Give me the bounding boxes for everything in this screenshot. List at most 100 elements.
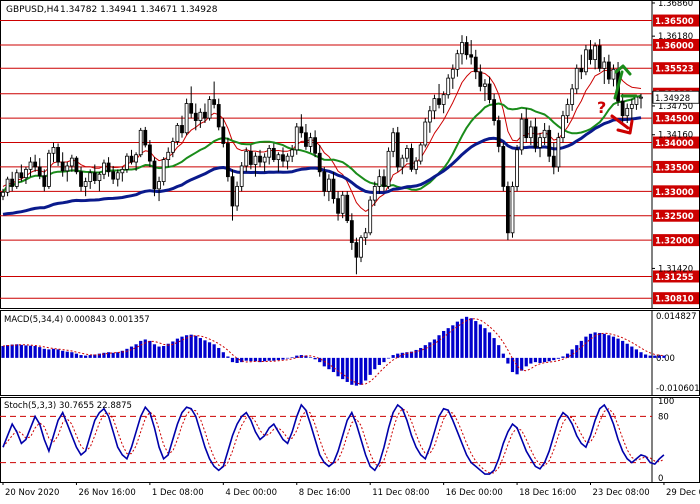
candle-body — [180, 125, 184, 134]
macd-bar — [373, 357, 377, 370]
macd-bar — [364, 357, 368, 381]
candle-body — [345, 194, 350, 222]
macd-bar — [616, 338, 620, 358]
level-label: 1.35523 — [655, 65, 694, 75]
candle-body — [125, 155, 129, 170]
candle-body — [473, 56, 478, 73]
stoch-axis-label: 80 — [658, 412, 669, 422]
candle-body — [377, 176, 382, 187]
macd-bar — [354, 357, 359, 386]
candle-body — [281, 154, 285, 162]
candle-body — [625, 107, 630, 117]
stoch-axis-label: 100 — [658, 397, 674, 407]
candle-body — [60, 161, 65, 172]
current-price-label: 1.34928 — [655, 94, 690, 104]
macd-bar — [588, 333, 593, 358]
candle-body — [106, 162, 111, 173]
time-tick-label: 20 Nov 2020 — [5, 488, 59, 498]
level-label: 1.33000 — [655, 188, 694, 198]
candle-body — [505, 186, 510, 234]
macd-bar — [56, 349, 60, 358]
macd-bar — [386, 357, 391, 359]
candle-body — [262, 156, 267, 163]
candle-body — [111, 171, 116, 180]
macd-bar — [143, 339, 147, 358]
candle-body — [437, 98, 441, 105]
macd-bar — [5, 345, 10, 358]
candle-body — [138, 129, 143, 156]
candle-body — [423, 121, 428, 146]
level-label: 1.33500 — [655, 163, 694, 173]
macd-bar — [221, 352, 225, 358]
candle-body — [368, 199, 373, 234]
candle-body — [161, 159, 166, 182]
macd-bar — [61, 350, 65, 358]
macd-bar — [391, 355, 395, 358]
macd-bar — [84, 355, 88, 358]
candle-body — [51, 147, 56, 154]
candle-body — [533, 126, 538, 148]
macd-bar — [501, 353, 505, 358]
candle-body — [331, 178, 336, 200]
candle-body — [460, 42, 464, 55]
candle-body — [450, 68, 455, 79]
price-axis-label: 1.31420 — [658, 264, 693, 274]
macd-bar — [51, 348, 56, 358]
macd-bar — [226, 356, 230, 358]
macd-bar — [561, 356, 565, 358]
candle-body — [170, 141, 175, 153]
candle-body — [235, 186, 239, 207]
candle-body — [115, 172, 120, 180]
candle-body — [198, 111, 203, 121]
macd-bar — [432, 339, 437, 358]
candle-body — [56, 147, 60, 163]
macd-bar — [400, 352, 404, 358]
candle-body — [83, 181, 88, 187]
candle-body — [69, 157, 74, 167]
macd-bar — [506, 357, 510, 364]
macd-bar — [469, 318, 473, 358]
candle-body — [597, 45, 602, 69]
macd-bar — [428, 342, 432, 358]
macd-bar — [538, 357, 542, 363]
macd-bar — [625, 343, 629, 358]
candle-body — [184, 103, 189, 134]
macd-bar — [382, 357, 386, 363]
level-label: 1.30810 — [655, 295, 694, 305]
macd-bar — [253, 357, 258, 362]
candle-body — [290, 149, 295, 157]
macd-bar — [377, 357, 381, 365]
macd-bar — [653, 355, 657, 358]
candle-body — [129, 155, 134, 163]
candle-body — [432, 98, 437, 112]
macd-bar — [533, 357, 538, 363]
candle-body — [102, 162, 106, 175]
macd-bar — [662, 355, 666, 358]
level-label: 1.34500 — [655, 115, 694, 125]
candle-body — [354, 242, 359, 258]
macd-bar — [134, 344, 138, 358]
candle-body — [5, 178, 10, 193]
candle-body — [14, 172, 19, 187]
candle-body — [28, 161, 33, 170]
macd-bar — [47, 349, 51, 358]
candle-body — [189, 103, 194, 114]
macd-bar — [460, 318, 464, 358]
macd-bar — [648, 355, 652, 358]
macd-bar — [42, 348, 46, 358]
candle-body — [611, 68, 616, 80]
macd-bar — [524, 357, 528, 367]
time-tick-label: 4 Dec 00:00 — [225, 488, 277, 498]
candle-body — [88, 172, 93, 182]
macd-bar — [79, 355, 83, 358]
macd-bar — [10, 344, 14, 358]
price-axis-label: 1.36180 — [658, 32, 693, 42]
candle-body — [620, 100, 625, 117]
candle-body — [79, 171, 83, 187]
macd-bar — [621, 340, 625, 358]
macd-bar — [515, 357, 519, 375]
level-label: 1.31255 — [655, 273, 694, 283]
macd-bar — [313, 357, 317, 360]
macd-bar — [24, 345, 28, 358]
candle-body — [561, 115, 565, 139]
